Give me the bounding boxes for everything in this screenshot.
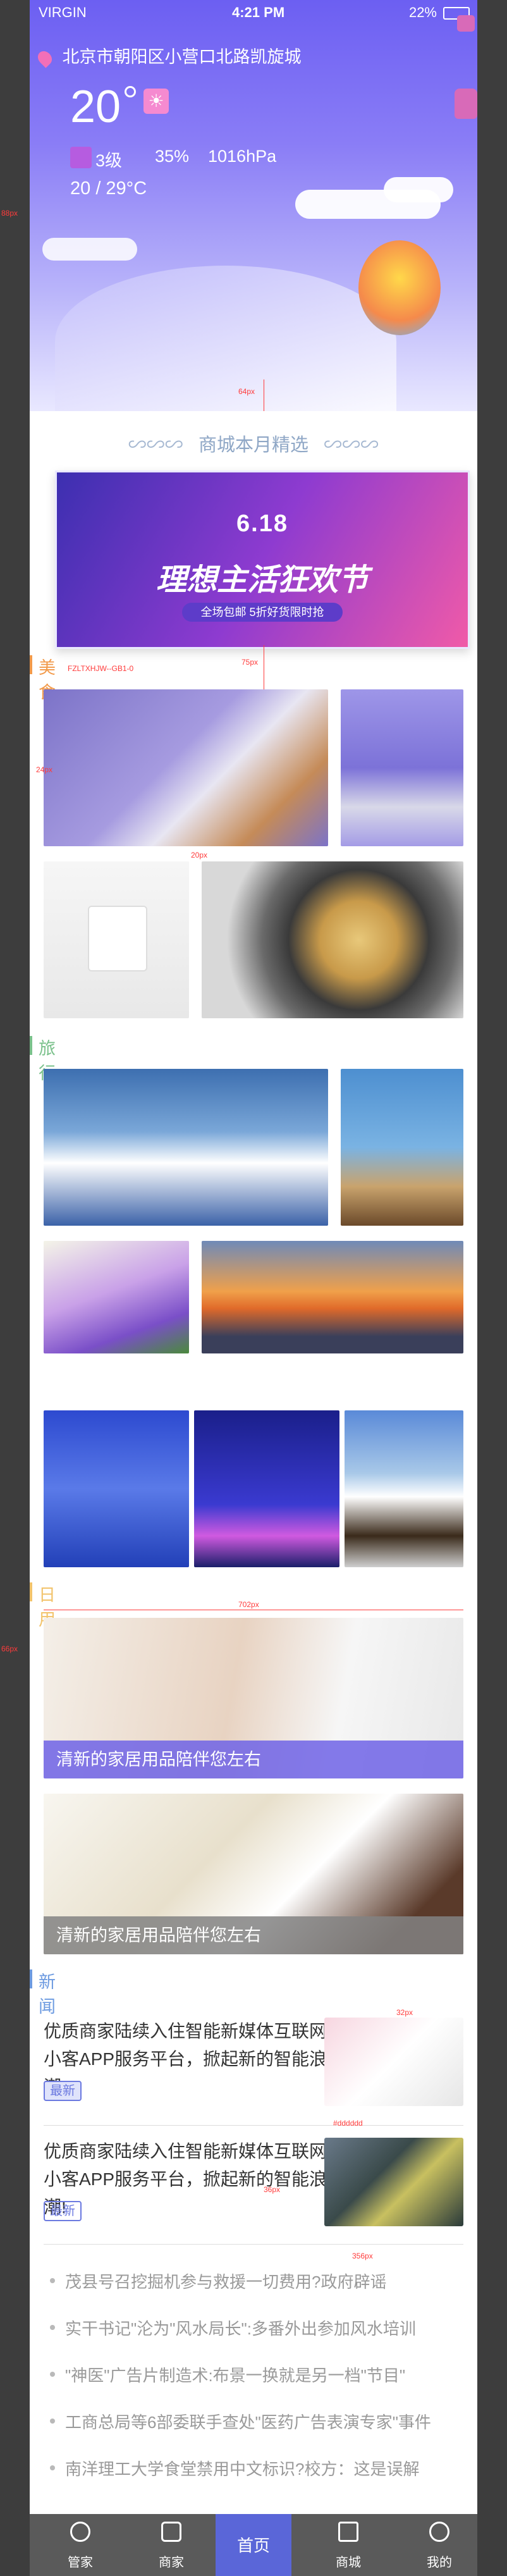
measure-label: 32px <box>396 2008 413 2017</box>
mascot-illustration <box>358 240 441 335</box>
measure-label: 75px <box>241 658 259 667</box>
kettle-shape <box>88 906 147 971</box>
news-divider <box>44 2244 463 2245</box>
hill-illustration <box>55 266 396 411</box>
cloud-shape <box>384 177 453 202</box>
bullet-dot-icon <box>50 2325 55 2330</box>
news-text: 优质商家陆续入住智能新媒体互联网小客APP服务平台，掀起新的智能浪潮! <box>44 2142 327 2217</box>
travel-image[interactable] <box>44 1069 328 1226</box>
daily-caption: 清新的家居用品陪伴您左右 <box>44 1741 463 1778</box>
merchant-icon <box>161 2522 181 2542</box>
daily-image[interactable]: 清新的家居用品陪伴您左右 <box>44 1618 463 1778</box>
travel-image[interactable] <box>194 1410 339 1567</box>
bullet-dot-icon <box>50 2465 55 2470</box>
section-accent-bar <box>30 1582 32 1601</box>
measure-label: 36px <box>264 2185 281 2194</box>
lock-icon[interactable] <box>455 89 477 119</box>
tab-label: 我的 <box>427 2556 452 2570</box>
food-image[interactable] <box>202 861 463 1018</box>
travel-image[interactable] <box>341 1069 463 1226</box>
featured-title-text: 商城本月精选 <box>198 435 308 455</box>
status-bar: VIRGIN 4:21 PM 22% <box>30 0 477 24</box>
tab-merchant[interactable]: 商家 <box>133 2514 209 2576</box>
featured-section-title: ∽∽∽ 商城本月精选 ∽∽∽ <box>30 430 477 457</box>
air-quality: 3级 <box>95 151 123 170</box>
air-quality-icon <box>70 147 92 168</box>
left-ornament-icon: ∽∽∽ <box>128 435 183 455</box>
mall-icon <box>338 2522 358 2542</box>
tab-mall[interactable]: 商城 <box>310 2514 386 2576</box>
tab-label: 商城 <box>336 2556 361 2570</box>
measure-label: 702px <box>238 1600 259 1609</box>
location-pin-icon <box>35 48 55 68</box>
measure-label: 64px <box>238 387 255 396</box>
location-row[interactable]: 北京市朝阳区小营口北路凯旋城 <box>35 43 302 68</box>
daily-image[interactable]: 清新的家居用品陪伴您左右 <box>44 1794 463 1954</box>
degree-icon <box>125 86 136 97</box>
measure-label: 66px <box>1 1644 18 1653</box>
location-text: 北京市朝阳区小营口北路凯旋城 <box>62 47 302 66</box>
color-note-label: #dddddd <box>333 2119 363 2128</box>
clock: 4:21 PM <box>232 4 285 20</box>
cloud-shape <box>42 238 137 261</box>
banner-headline: 理想主活狂欢节 <box>156 564 369 597</box>
news-title: 新闻 <box>39 1973 56 2016</box>
news-tag: 最新 <box>44 2201 82 2221</box>
news-thumbnail <box>324 2018 463 2106</box>
tab-bar: 管家 商家 首页 商城 我的 <box>30 2514 477 2576</box>
banner-date: 6.18 <box>236 510 288 537</box>
section-accent-bar <box>30 655 32 674</box>
tab-label: 首页 <box>236 2536 270 2555</box>
section-accent-bar <box>30 1969 32 1988</box>
butler-icon <box>70 2522 90 2542</box>
news-item[interactable]: 优质商家陆续入住智能新媒体互联网小客APP服务平台，掀起新的智能浪潮! 最新 <box>44 2138 463 2233</box>
tab-butler[interactable]: 管家 <box>42 2514 118 2576</box>
daily-caption: 清新的家居用品陪伴您左右 <box>44 1916 463 1954</box>
bullet-dot-icon <box>50 2419 55 2424</box>
food-image[interactable] <box>44 689 328 846</box>
measure-label: 20px <box>191 851 208 860</box>
bullet-dot-icon <box>50 2278 55 2283</box>
section-accent-bar <box>30 1036 32 1055</box>
profile-icon <box>429 2522 449 2542</box>
bullet-dot-icon <box>50 2372 55 2377</box>
tab-home[interactable]: 首页 <box>216 2514 291 2576</box>
sun-icon: ☀ <box>144 89 169 114</box>
banner-subline: 全场包邮 5折好货限时抢 <box>182 603 343 622</box>
promo-banner[interactable]: 6.18 理想主活狂欢节 全场包邮 5折好货限时抢 <box>55 471 470 649</box>
humidity: 35% <box>155 147 190 166</box>
temperature: 20 <box>70 82 121 132</box>
bag-icon[interactable] <box>457 15 475 32</box>
phone-screen: VIRGIN 4:21 PM 22% 北京市朝阳区小营口北路凯旋城 20 ☀ 3… <box>30 0 477 2576</box>
food-image[interactable] <box>341 689 463 846</box>
measure-label: 356px <box>352 2252 373 2260</box>
travel-image[interactable] <box>44 1241 189 1353</box>
font-note-label: FZLTXHJW--GB1-0 <box>68 664 134 673</box>
measure-label: 88px <box>1 209 18 218</box>
pressure: 1016hPa <box>208 147 277 166</box>
travel-image[interactable] <box>202 1241 463 1353</box>
tab-label: 商家 <box>159 2556 184 2570</box>
tab-label: 管家 <box>68 2556 93 2570</box>
travel-image[interactable] <box>44 1410 189 1567</box>
measure-label: 24px <box>36 765 53 774</box>
right-ornament-icon: ∽∽∽ <box>324 435 379 455</box>
news-text: 优质商家陆续入住智能新媒体互联网小客APP服务平台，掀起新的智能浪潮! <box>44 2021 327 2097</box>
weather-hero: VIRGIN 4:21 PM 22% 北京市朝阳区小营口北路凯旋城 20 ☀ 3… <box>30 0 477 411</box>
news-tag: 最新 <box>44 2081 82 2101</box>
carrier-label: VIRGIN <box>39 4 87 20</box>
temperature-range: 20 / 29°C <box>70 178 147 199</box>
tab-profile[interactable]: 我的 <box>401 2514 477 2576</box>
food-image[interactable] <box>44 861 189 1018</box>
travel-image[interactable] <box>345 1410 463 1567</box>
news-divider <box>44 2125 463 2126</box>
battery-percent: 22% <box>408 4 437 20</box>
news-item[interactable]: 优质商家陆续入住智能新媒体互联网小客APP服务平台，掀起新的智能浪潮! 最新 <box>44 2018 463 2112</box>
news-thumbnail <box>324 2138 463 2226</box>
